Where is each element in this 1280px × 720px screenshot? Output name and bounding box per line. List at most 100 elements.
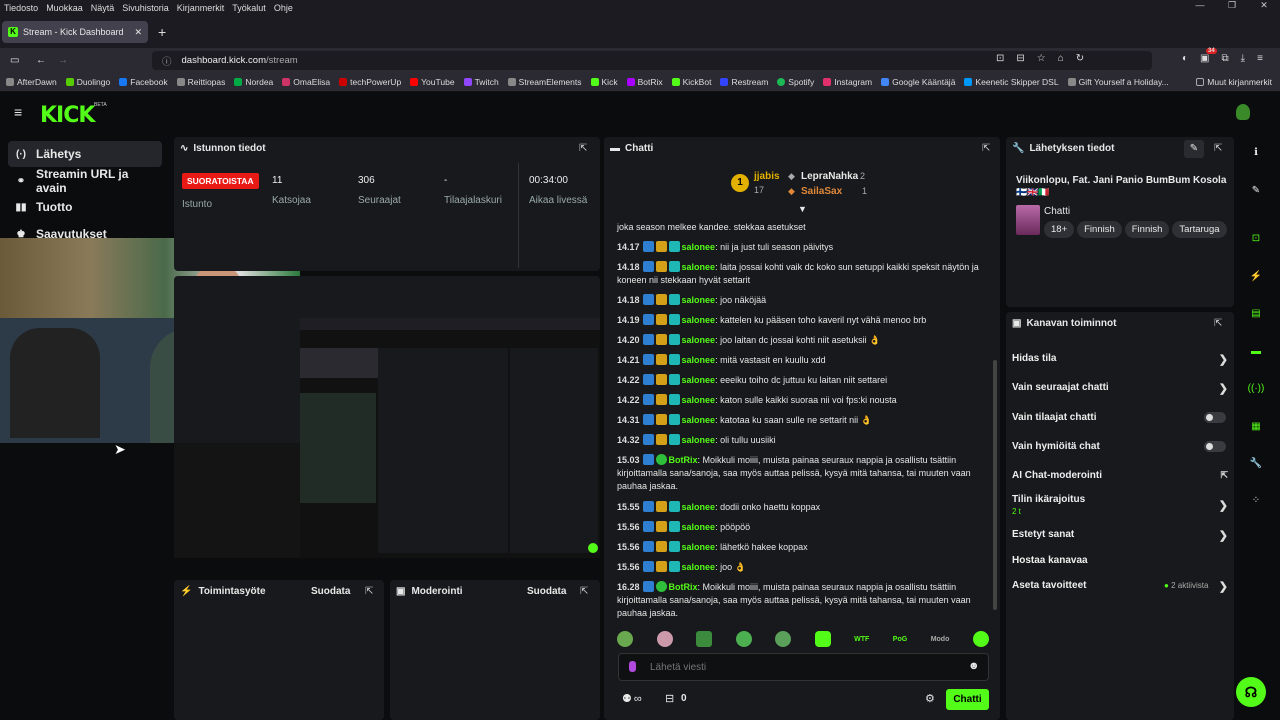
chat-scrollbar[interactable] bbox=[993, 360, 997, 610]
emote-icon[interactable] bbox=[972, 631, 989, 647]
other-bookmarks[interactable]: Muut kirjanmerkit bbox=[1196, 77, 1272, 87]
chat-username[interactable]: BotRix bbox=[669, 582, 698, 592]
moderation-filter-button[interactable]: Suodata bbox=[527, 586, 566, 597]
new-tab-icon[interactable]: + bbox=[158, 24, 166, 40]
bookmark-item[interactable]: Google Kääntäjä bbox=[881, 77, 955, 87]
chat-message-input[interactable] bbox=[650, 659, 950, 675]
sidebar-item-revenue[interactable]: ▮▮ Tuotto bbox=[8, 194, 162, 220]
bookmark-item[interactable]: Nordea bbox=[234, 77, 273, 87]
age-restriction-item[interactable]: Tilin ikärajoitus ❯ bbox=[1012, 494, 1228, 512]
chat-username[interactable]: BotRix bbox=[669, 455, 698, 465]
emote-icon[interactable] bbox=[617, 631, 633, 647]
bookmark-item[interactable]: BotRix bbox=[626, 77, 663, 87]
chevron-down-icon[interactable]: ▼ bbox=[798, 204, 807, 214]
bookmark-item[interactable]: Keenetic Skipper DSL bbox=[964, 77, 1059, 87]
bookmark-item[interactable]: Spotify bbox=[777, 77, 814, 87]
chat-username[interactable]: salonee bbox=[682, 542, 716, 552]
minimize-icon[interactable]: — bbox=[1184, 0, 1216, 16]
popout-icon[interactable]: ⇱ bbox=[579, 143, 587, 154]
bookmark-item[interactable]: techPowerUp bbox=[339, 77, 401, 87]
menu-view[interactable]: Näytä bbox=[91, 3, 115, 13]
sidebar-toggle-icon[interactable]: ▭ bbox=[10, 55, 24, 66]
reload-icon[interactable]: ↻ bbox=[1076, 53, 1084, 64]
chat-username[interactable]: salonee bbox=[682, 295, 716, 305]
home-icon[interactable]: ⌂ bbox=[1058, 53, 1064, 64]
users-icon[interactable]: ⚉ ∞ bbox=[622, 692, 642, 706]
edit-pencil-icon[interactable]: ✎ bbox=[1184, 140, 1204, 158]
bookmark-item[interactable]: Reittiopas bbox=[176, 77, 225, 87]
gifter-2-name[interactable]: LepraNahka bbox=[801, 171, 858, 182]
bookmark-item[interactable]: Duolingo bbox=[65, 77, 110, 87]
sidebar-item-stream-url[interactable]: ⚭ Streamin URL ja avain bbox=[8, 167, 162, 195]
bookmark-item[interactable]: Gift Yourself a Holiday... bbox=[1067, 77, 1169, 87]
bookmark-item[interactable]: KickBot bbox=[671, 77, 711, 87]
extension-badge-icon[interactable]: ▣ 34 bbox=[1200, 48, 1217, 64]
apps-icon[interactable]: ⁘ bbox=[1246, 490, 1266, 510]
menu-tools[interactable]: Työkalut bbox=[232, 3, 266, 13]
lightning-icon[interactable]: ⚡ bbox=[1246, 266, 1266, 286]
followers-only-item[interactable]: Vain seuraajat chatti ❯ bbox=[1012, 382, 1228, 395]
activity-filter-button[interactable]: Suodata bbox=[311, 586, 350, 597]
chat-username[interactable]: salonee bbox=[682, 435, 716, 445]
menu-history[interactable]: Sivuhistoria bbox=[122, 3, 169, 13]
slow-mode-item[interactable]: Hidas tila ❯ bbox=[1012, 353, 1228, 366]
info-icon[interactable]: ℹ bbox=[1246, 142, 1266, 162]
bookmark-item[interactable]: Kick bbox=[590, 77, 618, 87]
tab-kick-dashboard[interactable]: K Stream - Kick Dashboard ✕ bbox=[2, 21, 148, 43]
chat-username[interactable]: salonee bbox=[682, 262, 716, 272]
account-icon[interactable]: ◐ bbox=[1182, 53, 1188, 64]
app-menu-icon[interactable]: ≡ bbox=[1257, 53, 1263, 64]
emote-icon[interactable] bbox=[735, 631, 752, 647]
emote-modo[interactable]: Modo bbox=[931, 636, 950, 643]
chat-username[interactable]: salonee bbox=[682, 355, 716, 365]
host-channel-item[interactable]: Hostaa kanavaa bbox=[1012, 555, 1228, 566]
broadcast-signal-icon[interactable]: ((·)) bbox=[1246, 378, 1266, 398]
menu-bookmarks[interactable]: Kirjanmerkit bbox=[177, 3, 225, 13]
stream-preview[interactable] bbox=[300, 318, 600, 558]
set-goals-item[interactable]: Aseta tavoitteet ● 2 aktiivista ❯ bbox=[1012, 580, 1228, 593]
gifter-3-name[interactable]: SailaSax bbox=[801, 186, 842, 197]
hamburger-menu-icon[interactable]: ≡ bbox=[14, 104, 22, 120]
popout-icon[interactable]: ⇱ bbox=[580, 586, 588, 597]
bookmark-item[interactable]: Instagram bbox=[823, 77, 872, 87]
blocked-words-item[interactable]: Estetyt sanat ❯ bbox=[1012, 529, 1228, 542]
top-gifter-name[interactable]: jjabis bbox=[754, 171, 780, 182]
bookmark-star-icon[interactable]: ☆ bbox=[1037, 53, 1046, 64]
emote-pog[interactable]: PoG bbox=[893, 636, 907, 643]
send-chat-button[interactable]: Chatti bbox=[946, 689, 989, 710]
menu-file[interactable]: Tiedosto bbox=[4, 3, 38, 13]
close-window-icon[interactable]: ✕ bbox=[1248, 0, 1280, 16]
bookmark-item[interactable]: Restream bbox=[720, 77, 768, 87]
menu-help[interactable]: Ohje bbox=[274, 3, 293, 13]
bookmark-item[interactable]: AfterDawn bbox=[6, 77, 57, 87]
pocket-icon[interactable]: ⊟ bbox=[1016, 53, 1024, 64]
popout-icon[interactable]: ⇱ bbox=[982, 143, 990, 154]
chat-username[interactable]: salonee bbox=[682, 395, 716, 405]
storage-icon[interactable]: ▦ bbox=[1246, 416, 1266, 436]
sidebar-item-broadcast[interactable]: (·) Lähetys bbox=[8, 141, 162, 167]
emote-icon[interactable] bbox=[814, 631, 831, 647]
close-tab-icon[interactable]: ✕ bbox=[134, 27, 142, 38]
emote-icon[interactable] bbox=[656, 631, 673, 647]
microphone-icon[interactable] bbox=[629, 661, 636, 672]
emote-icon[interactable] bbox=[775, 631, 792, 647]
page-info-icon[interactable]: ⓘ bbox=[162, 54, 172, 68]
extensions-icon[interactable]: ⧉ bbox=[1222, 53, 1229, 64]
forward-icon[interactable]: → bbox=[58, 55, 68, 66]
chat-username[interactable]: salonee bbox=[682, 315, 716, 325]
restore-icon[interactable]: ❐ bbox=[1216, 0, 1248, 16]
chat-username[interactable]: salonee bbox=[682, 242, 716, 252]
bookmark-item[interactable]: StreamElements bbox=[507, 77, 582, 87]
chat-username[interactable]: salonee bbox=[682, 562, 716, 572]
chat-username[interactable]: salonee bbox=[682, 502, 716, 512]
chat-username[interactable]: salonee bbox=[682, 375, 716, 385]
qr-icon[interactable]: ⊡ bbox=[1246, 228, 1266, 248]
popout-icon[interactable]: ⇱ bbox=[1214, 143, 1222, 154]
wrench-icon[interactable]: 🔧 bbox=[1246, 453, 1266, 473]
bookmark-item[interactable]: YouTube bbox=[410, 77, 455, 87]
menu-edit[interactable]: Muokkaa bbox=[46, 3, 83, 13]
subscribers-only-toggle[interactable] bbox=[1204, 412, 1226, 423]
chat-icon[interactable]: ▬ bbox=[1246, 341, 1266, 361]
timer-icon[interactable]: ⊟ bbox=[665, 692, 674, 705]
back-icon[interactable]: ← bbox=[36, 55, 46, 66]
